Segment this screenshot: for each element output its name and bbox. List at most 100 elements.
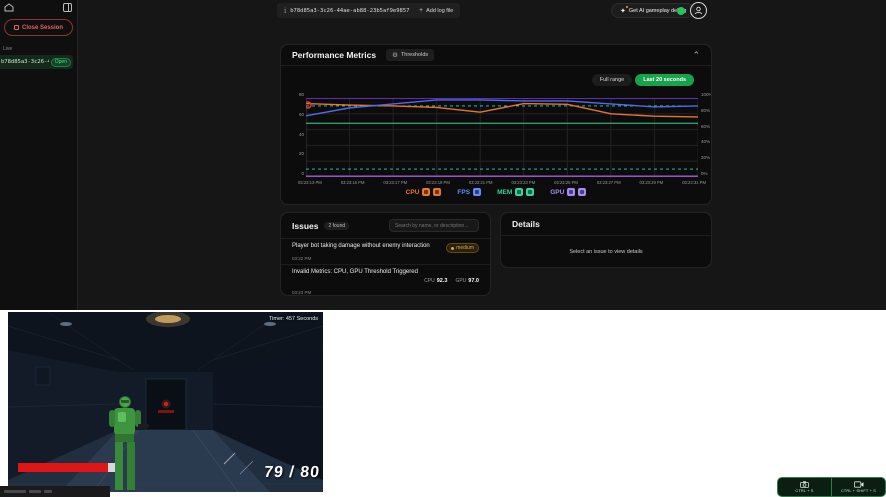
taskbar-text xyxy=(29,490,41,493)
x-tick-label: 03:23:15 PM xyxy=(341,180,365,185)
screenshot-button[interactable]: CTRL + S xyxy=(778,478,831,496)
range-toggle: Full range Last 20 seconds xyxy=(592,74,694,86)
chart-start-marker xyxy=(306,102,311,108)
issue-time: 03:23 PM xyxy=(292,290,479,295)
metrics-chart[interactable] xyxy=(306,98,698,177)
status-dot xyxy=(677,7,685,15)
y-tick-label: 20% xyxy=(701,155,712,160)
y-tick-label: 0% xyxy=(701,171,712,176)
stop-icon xyxy=(14,25,19,30)
issues-search-input[interactable] xyxy=(389,219,479,232)
x-tick-label: 03:23:13 PM xyxy=(298,180,322,185)
issues-panel-title: Issues xyxy=(292,221,318,231)
legend-toggle-badge[interactable] xyxy=(526,188,534,196)
taskbar-text xyxy=(44,490,52,493)
issue-metrics: CPU92.3 GPU97.0 xyxy=(424,269,479,287)
metrics-panel-title: Performance Metrics xyxy=(292,50,376,60)
close-session-button[interactable]: Close Session xyxy=(4,19,73,36)
x-tick-label: 03:23:31 PM xyxy=(682,180,706,185)
last-20-seconds-button[interactable]: Last 20 seconds xyxy=(635,74,694,86)
legend-item-mem[interactable]: MEM xyxy=(497,188,534,196)
x-tick-label: 03:23:23 PM xyxy=(511,180,535,185)
avatar[interactable] xyxy=(690,2,707,19)
details-panel-title: Details xyxy=(512,219,540,229)
legend-toggle-badge[interactable] xyxy=(567,188,575,196)
legend-label: GPU xyxy=(550,189,564,196)
close-session-label: Close Session xyxy=(22,25,63,31)
record-button[interactable]: CTRL + SHIFT + S xyxy=(831,478,885,496)
home-icon[interactable] xyxy=(4,3,14,12)
legend-toggle-badge[interactable] xyxy=(473,188,481,196)
camera-icon xyxy=(800,481,809,488)
app-window: Close Session Live b78d85a3-3c26-44ae-..… xyxy=(0,0,886,310)
legend-toggle-badge[interactable] xyxy=(515,188,523,196)
full-range-button[interactable]: Full range xyxy=(592,74,632,86)
health-bar-tip xyxy=(108,463,115,472)
y-tick-label: 80 xyxy=(287,92,304,97)
sidebar-session-item[interactable]: b78d85a3-3c26-44ae-... Open xyxy=(0,55,73,69)
person-icon xyxy=(694,6,703,15)
issues-panel: Issues 2 found Player bot taking damage … xyxy=(280,212,491,296)
thresholds-label: Thresholds xyxy=(401,52,428,58)
chart-legend: CPU FPS MEM GPU xyxy=(281,188,711,196)
issues-count-badge: 2 found xyxy=(324,222,349,230)
legend-toggle-badge[interactable] xyxy=(578,188,586,196)
legend-label: FPS xyxy=(457,189,470,196)
session-name: b78d85a3-3c26-44ae-... xyxy=(1,59,49,65)
thresholds-button[interactable]: ⚙ Thresholds xyxy=(386,49,434,61)
sidebar-toggle-icon[interactable] xyxy=(63,3,72,12)
collapse-chevron-icon[interactable]: ⌃ xyxy=(692,50,700,61)
performance-metrics-panel: Performance Metrics ⚙ Thresholds ⌃ Full … xyxy=(280,44,712,205)
y-tick-label: 40 xyxy=(287,132,304,137)
game-timer: Timer: 457 Seconds xyxy=(269,316,318,322)
session-id-chip[interactable]: i b78d85a3-3c26-44ae-ab88-23b5af9e9857 xyxy=(277,3,416,18)
x-tick-label: 03:23:27 PM xyxy=(597,180,621,185)
y-tick-label: 60 xyxy=(287,112,304,117)
y-tick-label: 100% xyxy=(701,92,712,97)
legend-toggle-badge[interactable] xyxy=(433,188,441,196)
issue-time: 03:22 PM xyxy=(292,256,479,261)
issue-title: Invalid Metrics: CPU, GPU Threshold Trig… xyxy=(292,269,418,275)
x-tick-label: 03:23:29 PM xyxy=(640,180,664,185)
gear-icon: ⚙ xyxy=(392,51,398,59)
x-tick-label: 03:23:25 PM xyxy=(554,180,578,185)
issue-title: Player bot taking damage without enemy i… xyxy=(292,243,430,249)
issue-row[interactable]: Invalid Metrics: CPU, GPU Threshold Trig… xyxy=(281,265,490,296)
add-log-file-button[interactable]: + Add log file xyxy=(412,3,460,18)
taskbar-text xyxy=(4,490,26,493)
x-tick-label: 03:23:21 PM xyxy=(469,180,493,185)
taskbar-strip xyxy=(0,486,110,497)
session-id-text: b78d85a3-3c26-44ae-ab88-23b5af9e9857 xyxy=(290,8,409,14)
legend-toggle-badge[interactable] xyxy=(422,188,430,196)
legend-item-fps[interactable]: FPS xyxy=(457,188,481,196)
issue-row[interactable]: Player bot taking damage without enemy i… xyxy=(281,239,490,265)
legend-item-gpu[interactable]: GPU xyxy=(550,188,586,196)
severity-dot-icon xyxy=(451,247,454,250)
health-bar xyxy=(18,463,115,472)
capture-controls: CTRL + S CTRL + SHIFT + S xyxy=(777,477,886,497)
x-tick-label: 03:23:19 PM xyxy=(426,180,450,185)
game-viewport[interactable]: Timer: 457 Seconds 79 / 80 xyxy=(8,312,323,492)
x-axis-labels: 03:23:13 PM 03:23:15 PM 03:23:17 PM 03:23:1… xyxy=(298,180,706,185)
legend-label: MEM xyxy=(497,189,512,196)
details-panel: Details Select an issue to view details xyxy=(500,212,712,268)
y-tick-label: 20 xyxy=(287,151,304,156)
legend-label: CPU xyxy=(406,189,420,196)
sidebar: Close Session Live b78d85a3-3c26-44ae-..… xyxy=(0,0,78,310)
sparkle-icon: ✦ xyxy=(620,7,626,15)
x-tick-label: 03:23:17 PM xyxy=(383,180,407,185)
legend-item-cpu[interactable]: CPU xyxy=(406,188,442,196)
record-shortcut-label: CTRL + SHIFT + S xyxy=(841,489,876,493)
y-tick-label: 0 xyxy=(287,171,304,176)
info-icon: i xyxy=(284,7,286,15)
y-tick-label: 60% xyxy=(701,124,712,129)
plus-icon: + xyxy=(419,7,423,14)
video-camera-icon xyxy=(854,481,864,488)
session-open-badge: Open xyxy=(51,58,71,67)
session-section-label: Live xyxy=(3,46,77,52)
add-log-file-label: Add log file xyxy=(426,8,453,14)
severity-badge: medium xyxy=(446,243,479,253)
details-empty-state: Select an issue to view details xyxy=(501,236,711,268)
screenshot-shortcut-label: CTRL + S xyxy=(795,489,813,493)
y-tick-label: 80% xyxy=(701,108,712,113)
